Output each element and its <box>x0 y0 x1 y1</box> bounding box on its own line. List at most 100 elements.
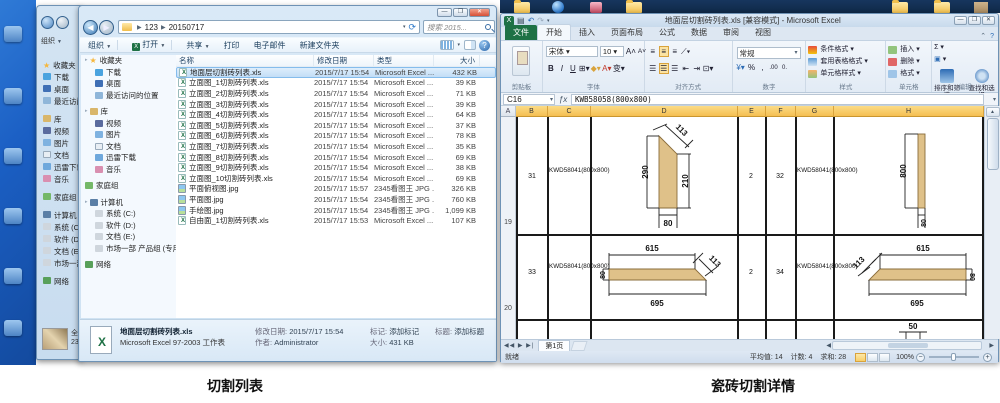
sidebar-item-network[interactable]: 网络 <box>81 259 176 271</box>
name-box[interactable]: C16 <box>503 94 555 105</box>
vertical-scrollbar[interactable]: ▲ <box>984 106 1000 339</box>
zoom-slider[interactable] <box>929 356 979 358</box>
folder-icon[interactable] <box>626 2 642 13</box>
back-button[interactable]: ◀ <box>83 20 98 35</box>
sidebar-item-music[interactable]: 音乐 <box>81 164 176 176</box>
minimize-button[interactable]: — <box>437 8 452 17</box>
views-button[interactable] <box>440 40 454 50</box>
expand-icon[interactable]: ▸ <box>85 197 88 209</box>
expand-icon[interactable]: ▸ <box>85 55 88 67</box>
column-date[interactable]: 修改日期 <box>314 55 374 66</box>
maximize-button[interactable]: ❐ <box>968 16 981 25</box>
desktop-icon[interactable] <box>4 148 22 164</box>
desktop-icon[interactable] <box>4 268 22 284</box>
forward-button[interactable] <box>56 16 69 29</box>
sidebar-item-videos[interactable]: 视频 <box>81 118 176 130</box>
column-header-b[interactable]: B <box>516 106 548 117</box>
sidebar-item-drive-d[interactable]: 软件 (D:) <box>43 234 82 246</box>
paste-button[interactable] <box>512 46 530 76</box>
desktop-icon[interactable] <box>4 320 22 336</box>
file-row[interactable]: 立面图_6切割砖列表.xls 2015/7/17 15:54Microsoft … <box>176 131 496 142</box>
views-dropdown[interactable]: ▾ <box>457 42 460 48</box>
forward-button[interactable]: ▶ <box>99 20 114 35</box>
file-row[interactable]: 立面图_10切割砖列表.xls 2015/7/17 15:54Microsoft… <box>176 173 496 184</box>
row-header-19[interactable]: 19 <box>501 219 515 226</box>
minimize-ribbon-icon[interactable]: ⌃ <box>980 32 986 40</box>
formula-input[interactable]: KWB58058(800x800) <box>571 94 984 105</box>
sidebar-item-videos[interactable]: 视频 <box>43 126 82 138</box>
column-size[interactable]: 大小 <box>434 55 480 66</box>
print-button[interactable]: 打印 <box>224 40 240 51</box>
file-row[interactable]: 立面图_5切割砖列表.xls 2015/7/17 15:54Microsoft … <box>176 120 496 131</box>
file-row[interactable]: 平面俯视图.jpg 2015/7/17 15:572345看图王 JPG ...… <box>176 184 496 195</box>
align-right-button[interactable]: ☰ <box>670 64 680 73</box>
number-format-select[interactable]: 常规 <box>737 47 801 59</box>
sidebar-item-desktop[interactable]: 桌面 <box>43 84 82 96</box>
column-name[interactable]: 名称 <box>176 55 314 66</box>
add-tag-link[interactable]: 添加标记 <box>389 327 419 336</box>
tab-formulas[interactable]: 公式 <box>651 25 683 40</box>
sidebar-item-documents[interactable]: 文档 <box>81 141 176 153</box>
delete-cells-button[interactable]: 删除 ▾ <box>886 56 931 68</box>
decrease-decimal-button[interactable]: 0. <box>780 65 790 71</box>
italic-button[interactable]: I <box>557 64 567 73</box>
normal-view-button[interactable] <box>855 353 866 362</box>
tab-file[interactable]: 文件 <box>505 25 537 40</box>
column-header-h[interactable]: H <box>834 106 984 117</box>
bold-button[interactable]: B <box>546 64 556 73</box>
grow-font-button[interactable]: A˄ <box>626 47 636 56</box>
package-icon[interactable] <box>974 2 988 13</box>
file-row[interactable]: 立面图_4切割砖列表.xls 2015/7/17 15:54Microsoft … <box>176 109 496 120</box>
align-bottom-button[interactable]: ≡ <box>670 47 680 56</box>
border-button[interactable]: ⊞▾ <box>579 64 590 73</box>
tab-review[interactable]: 审阅 <box>715 25 747 40</box>
sidebar-item-downloads[interactable]: 下载 <box>43 72 82 84</box>
insert-worksheet-tab[interactable] <box>571 341 588 351</box>
expand-icon[interactable]: ▸ <box>85 106 88 118</box>
undo-button[interactable]: ↶ <box>528 16 535 25</box>
refresh-icon[interactable]: ⟳ <box>408 22 416 33</box>
cell-grid[interactable]: 19 20 31 KWD58041(800x800) 2 32 KWD58041… <box>501 117 984 339</box>
row-header-20[interactable]: 20 <box>501 305 515 312</box>
tab-home[interactable]: 开始 <box>537 24 571 40</box>
align-top-button[interactable]: ≡ <box>648 47 658 56</box>
zoom-level[interactable]: 100% <box>896 354 914 361</box>
sidebar-item-recent[interactable]: 最近访问的位置 <box>43 96 82 108</box>
sidebar-item-pictures[interactable]: 图片 <box>43 138 82 150</box>
breadcrumb-item[interactable]: 20150717 <box>169 23 205 32</box>
organize-button[interactable]: 组织 ▼ <box>88 40 111 51</box>
align-center-button[interactable]: ☰ <box>659 63 669 74</box>
page-layout-view-button[interactable] <box>867 353 878 362</box>
column-header-f[interactable]: F <box>766 106 796 117</box>
sheet-tab[interactable]: 第1页 <box>538 340 570 351</box>
ribbon-help-icon[interactable]: ? <box>990 33 994 40</box>
sidebar-item-pictures[interactable]: 图片 <box>81 129 176 141</box>
page-break-view-button[interactable] <box>879 353 890 362</box>
sidebar-item-drive-e[interactable]: 文档 (E:) <box>81 231 176 243</box>
minimize-button[interactable]: — <box>954 16 967 25</box>
explorer-window-back[interactable]: 组织 ▼ ★收藏夹 下载 桌面 最近访问的位置 库 视频 图片 文档 迅雷下载 … <box>36 5 82 360</box>
increase-indent-button[interactable]: ⇥ <box>692 64 702 73</box>
sidebar-item-drive-c[interactable]: 系统 (C:) <box>43 222 82 234</box>
back-button[interactable] <box>41 16 54 29</box>
tab-data[interactable]: 数据 <box>683 25 715 40</box>
cell-b20[interactable]: 33 <box>516 269 548 277</box>
increase-decimal-button[interactable]: .00 <box>769 65 779 71</box>
search-input[interactable]: 搜索 2015... <box>423 20 495 34</box>
column-type[interactable]: 类型 <box>374 55 434 66</box>
cell-g20[interactable]: KWD58041(800x800) <box>797 263 832 271</box>
file-row[interactable]: 自由面_1切割砖列表.xls 2015/7/17 15:53Microsoft … <box>176 215 496 226</box>
fill-button[interactable]: ▣ ▾ <box>932 54 998 66</box>
sidebar-item-share[interactable]: 市场一部 产品组 (专用) <box>81 243 176 255</box>
autosum-button[interactable]: Σ ▾ <box>932 42 998 54</box>
insert-cells-button[interactable]: 插入 ▾ <box>886 44 931 56</box>
file-row[interactable]: 立面图_9切割砖列表.xls 2015/7/17 15:54Microsoft … <box>176 162 496 173</box>
cell-e19[interactable]: 2 <box>737 173 765 181</box>
fill-color-button[interactable]: ◆▾ <box>591 64 601 73</box>
tab-insert[interactable]: 插入 <box>571 25 603 40</box>
decrease-indent-button[interactable]: ⇤ <box>681 64 691 73</box>
save-button[interactable]: ▤ <box>517 16 525 25</box>
share-button[interactable]: 共享 ▼ <box>186 40 209 51</box>
orientation-button[interactable]: ⟋▾ <box>681 47 691 57</box>
sidebar-item-music[interactable]: 音乐 <box>43 174 82 186</box>
